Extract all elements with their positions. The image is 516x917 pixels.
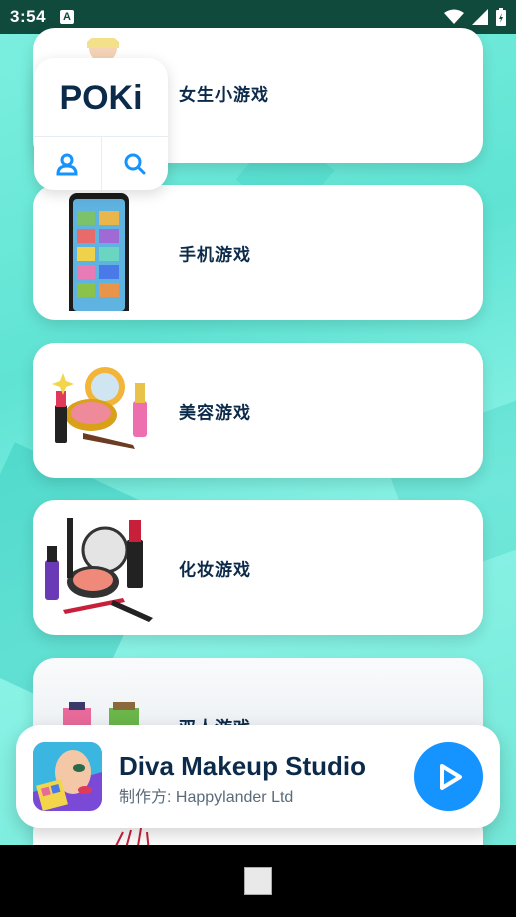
poki-logo-text: POKi — [59, 79, 142, 117]
battery-icon — [496, 8, 506, 26]
app-developer: 制作方: Happylander Ltd — [119, 789, 294, 806]
broken-image-icon — [244, 867, 272, 895]
beauty-games-thumbnail — [43, 353, 163, 468]
card-label: 美容游戏 — [179, 403, 251, 422]
status-time: 3:54 — [10, 7, 47, 26]
user-icon — [56, 153, 78, 176]
play-icon — [439, 763, 462, 790]
card-label: 女生小游戏 — [179, 85, 269, 105]
search-icon — [124, 153, 146, 175]
app-promo-banner[interactable]: Diva Makeup Studio 制作方: Happylander Ltd — [16, 725, 500, 828]
poki-logo-icon: POKi — [59, 79, 142, 117]
card-label: 手机游戏 — [179, 245, 251, 264]
signal-icon — [472, 9, 488, 25]
category-card-makeup[interactable]: 化妆游戏 — [33, 500, 483, 635]
mobile-games-thumbnail — [43, 193, 163, 311]
app-icon — [33, 742, 102, 811]
user-button[interactable] — [34, 137, 101, 190]
play-button[interactable] — [414, 742, 483, 811]
poki-logo[interactable]: POKi — [34, 58, 168, 136]
wifi-icon — [444, 9, 464, 24]
category-card-mobile[interactable]: 手机游戏 — [33, 185, 483, 320]
card-label: 化妆游戏 — [179, 560, 251, 579]
navigation-bar — [0, 845, 516, 917]
poki-panel: POKi — [34, 58, 168, 190]
search-button[interactable] — [100, 137, 169, 190]
notification-icon: A — [60, 10, 75, 24]
makeup-games-thumbnail — [43, 510, 163, 625]
category-card-beauty[interactable]: 美容游戏 — [33, 343, 483, 478]
app-title: Diva Makeup Studio — [119, 751, 367, 781]
